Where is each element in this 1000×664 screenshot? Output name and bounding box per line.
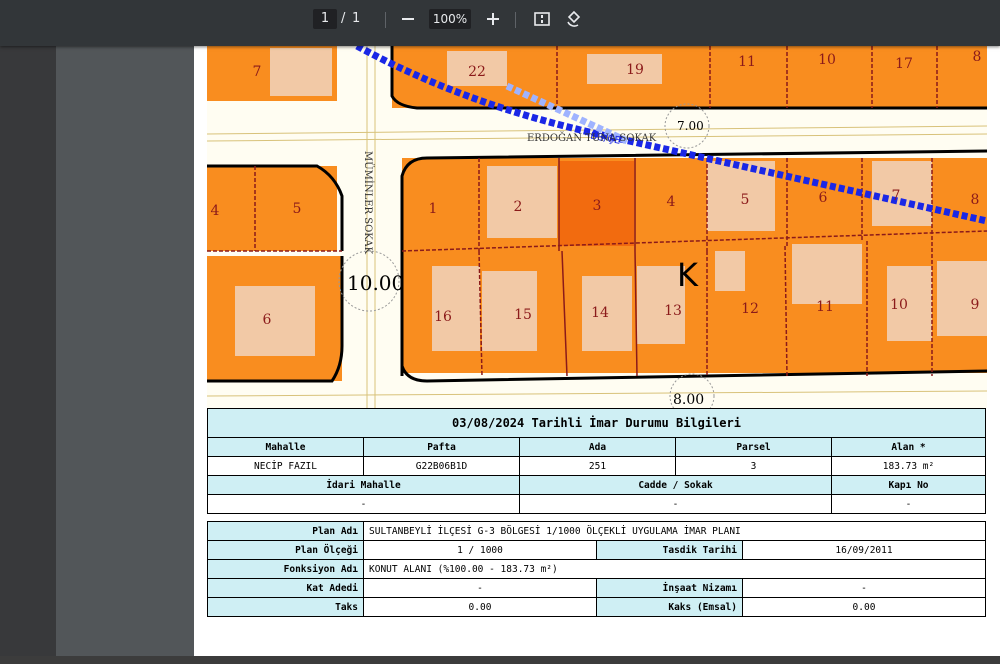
plan-info-table: Plan Adı SULTANBEYLİ İLÇESİ G-3 BÖLGESİ … [207, 521, 986, 617]
lot-number: 12 [741, 301, 759, 317]
value-plan-olcegi: 1 / 1000 [363, 540, 597, 560]
lot-number: 8 [973, 49, 982, 65]
viewer-background [56, 46, 194, 664]
lot-number: 7 [892, 188, 901, 204]
lot-number: 5 [293, 201, 302, 217]
thumbnail-sidebar [0, 46, 56, 664]
header-cadde-sokak: Cadde / Sokak [519, 475, 832, 495]
value-tasdik-tarihi: 16/09/2011 [742, 540, 986, 560]
header-idari-mahalle: İdari Mahalle [207, 475, 520, 495]
value-mahalle: NECİP FAZIL [207, 456, 364, 476]
fit-page-icon[interactable] [531, 8, 553, 30]
zoning-map: İBB/ÇE ERDOĞAN TUNA SOKAK MÜMİNLER SOKAK… [207, 46, 987, 408]
bottom-scroll-strip [0, 656, 1000, 664]
value-kaks: 0.00 [742, 597, 986, 617]
value-taks: 0.00 [363, 597, 597, 617]
rotate-icon[interactable] [563, 8, 585, 30]
lot-number: 17 [895, 56, 913, 72]
lot-number: 15 [514, 307, 532, 323]
value-kapi-no: - [831, 494, 986, 514]
page-separator: / [341, 11, 346, 26]
value-fonksiyon-adi: KONUT ALANI (%100.00 - 183.73 m²) [363, 559, 986, 579]
lot-number: 6 [263, 312, 272, 328]
zoning-map-svg: İBB/ÇE ERDOĞAN TUNA SOKAK MÜMİNLER SOKAK… [207, 46, 987, 408]
header-mahalle: Mahalle [207, 437, 364, 457]
street-label-top: ERDOĞAN TUNA SOKAK [527, 132, 657, 144]
value-idari-mahalle: - [207, 494, 520, 514]
value-insaat-nizami: - [742, 578, 986, 598]
lot-number: 7 [253, 64, 262, 80]
label-kaks: Kaks (Emsal) [596, 597, 743, 617]
label-taks: Taks [207, 597, 364, 617]
value-ada: 251 [519, 456, 676, 476]
lot-number: 6 [819, 190, 828, 206]
street-label-side: MÜMİNLER SOKAK [362, 151, 374, 255]
lot-number: 14 [591, 305, 609, 321]
lot-number: 11 [816, 299, 834, 315]
road-width-label: 10.00 [347, 271, 404, 295]
toolbar-divider [385, 12, 386, 28]
zoning-info-title: 03/08/2024 Tarihli İmar Durumu Bilgileri [207, 408, 986, 438]
value-plan-adi: SULTANBEYLİ İLÇESİ G-3 BÖLGESİ 1/1000 ÖL… [363, 521, 986, 541]
header-pafta: Pafta [363, 437, 520, 457]
lot-number: 16 [434, 309, 452, 325]
value-pafta: G22B06B1D [363, 456, 520, 476]
lot-number: 1 [429, 201, 438, 217]
lot-number: 2 [514, 199, 523, 215]
plus-icon[interactable] [482, 8, 504, 30]
toolbar-divider [515, 12, 516, 28]
lot-number: 4 [667, 194, 676, 210]
block-letter: K [677, 256, 699, 294]
label-kat-adedi: Kat Adedi [207, 578, 364, 598]
lot-number: 22 [468, 64, 486, 80]
lot-number: 10 [818, 52, 836, 68]
zoning-info-table: 03/08/2024 Tarihli İmar Durumu Bilgileri… [207, 408, 986, 514]
page-total: 1 [352, 11, 361, 26]
header-ada: Ada [519, 437, 676, 457]
lot-number: 11 [738, 54, 756, 70]
value-parsel: 3 [675, 456, 832, 476]
minus-icon[interactable] [397, 8, 419, 30]
header-parsel: Parsel [675, 437, 832, 457]
label-fonksiyon-adi: Fonksiyon Adı [207, 559, 364, 579]
lot-number: 19 [626, 62, 644, 78]
value-cadde-sokak: - [519, 494, 832, 514]
lot-number: 5 [741, 192, 750, 208]
road-width-label: 8.00 [673, 392, 704, 408]
lot-number: 9 [971, 297, 980, 313]
label-insaat-nizami: İnşaat Nizamı [596, 578, 743, 598]
lot-number: 4 [211, 203, 220, 219]
label-plan-olcegi: Plan Ölçeği [207, 540, 364, 560]
label-tasdik-tarihi: Tasdik Tarihi [596, 540, 743, 560]
lot-number: 3 [593, 198, 602, 214]
lot-number: 10 [890, 297, 908, 313]
zoom-level-input[interactable]: 100% [429, 9, 471, 29]
road-width-label: 7.00 [677, 119, 704, 133]
header-alan: Alan * [831, 437, 986, 457]
page-number-input[interactable]: 1 [313, 9, 337, 29]
header-kapi-no: Kapı No [831, 475, 986, 495]
label-plan-adi: Plan Adı [207, 521, 364, 541]
lot-number: 13 [664, 303, 682, 319]
value-kat-adedi: - [363, 578, 597, 598]
pdf-toolbar: 1 / 1 100% [0, 0, 1000, 46]
lot-number: 8 [971, 192, 980, 208]
value-alan: 183.73 m² [831, 456, 986, 476]
